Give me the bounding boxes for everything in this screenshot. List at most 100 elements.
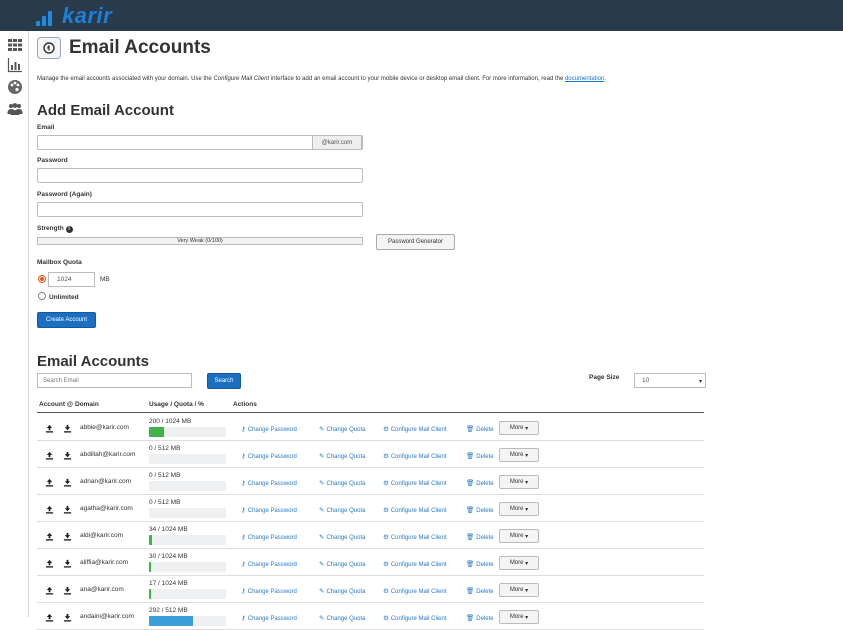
more-button[interactable]: More ▾ <box>499 448 539 462</box>
more-button[interactable]: More ▾ <box>499 556 539 570</box>
configure-mail-client-link[interactable]: ⚙ Configure Mail Client <box>383 479 447 487</box>
delete-link[interactable]: 🗑 Delete <box>466 560 494 568</box>
change-quota-link[interactable]: ✎ Change Quota <box>319 533 365 541</box>
change-quota-link[interactable]: ✎ Change Quota <box>319 614 365 622</box>
usage-bar-fill <box>149 616 193 626</box>
change-quota-link[interactable]: ✎ Change Quota <box>319 560 365 568</box>
info-icon[interactable]: i <box>65 226 73 233</box>
delete-link[interactable]: 🗑 Delete <box>466 479 494 487</box>
change-quota-link[interactable]: ✎ Change Quota <box>319 479 365 487</box>
documentation-link[interactable]: documentation <box>565 76 604 82</box>
usage-bar <box>149 454 226 464</box>
configure-mail-client-link[interactable]: ⚙ Configure Mail Client <box>383 452 447 460</box>
brand-logo[interactable]: karir <box>36 2 112 29</box>
create-account-button[interactable]: Create Account <box>37 312 96 328</box>
gear-icon: ⚙ <box>383 480 389 487</box>
download-icon[interactable] <box>63 478 72 487</box>
search-email-input[interactable]: Search Email <box>37 373 192 388</box>
change-password-link[interactable]: ⚷ Change Password <box>241 614 297 622</box>
delete-link[interactable]: 🗑 Delete <box>466 452 494 460</box>
change-password-link[interactable]: ⚷ Change Password <box>241 533 297 541</box>
change-quota-link[interactable]: ✎ Change Quota <box>319 452 365 460</box>
gear-icon: ⚙ <box>383 426 389 433</box>
download-icon[interactable] <box>63 505 72 514</box>
configure-mail-client-link[interactable]: ⚙ Configure Mail Client <box>383 533 447 541</box>
quota-input[interactable]: 1024 <box>48 272 95 287</box>
change-quota-link[interactable]: ✎ Change Quota <box>319 506 365 514</box>
table-row: aliffia@karir.com 30 / 1024 MB ⚷ Change P… <box>37 549 704 576</box>
upload-icon[interactable] <box>45 559 54 568</box>
password-input[interactable] <box>37 168 363 183</box>
delete-link[interactable]: 🗑 Delete <box>466 587 494 595</box>
grid-icon[interactable] <box>7 37 23 53</box>
change-password-link[interactable]: ⚷ Change Password <box>241 587 297 595</box>
change-password-link[interactable]: ⚷ Change Password <box>241 452 297 460</box>
password-again-input[interactable] <box>37 202 363 217</box>
delete-link[interactable]: 🗑 Delete <box>466 425 494 433</box>
email-input[interactable]: @karir.com <box>37 135 363 150</box>
delete-link[interactable]: 🗑 Delete <box>466 506 494 514</box>
chevron-down-icon: ▾ <box>698 379 702 385</box>
change-password-link[interactable]: ⚷ Change Password <box>241 479 297 487</box>
more-button[interactable]: More ▾ <box>499 610 539 624</box>
upload-icon[interactable] <box>45 586 54 595</box>
palette-icon[interactable] <box>7 79 23 95</box>
upload-icon[interactable] <box>45 424 54 433</box>
col-usage[interactable]: Usage / Quota / % <box>149 401 204 408</box>
change-password-link[interactable]: ⚷ Change Password <box>241 560 297 568</box>
chevron-down-icon: ▾ <box>525 614 529 621</box>
account-address: agatha@karir.com <box>80 505 133 512</box>
configure-mail-client-link[interactable]: ⚙ Configure Mail Client <box>383 425 447 433</box>
upload-icon[interactable] <box>45 451 54 460</box>
delete-link[interactable]: 🗑 Delete <box>466 614 494 622</box>
download-icon[interactable] <box>63 613 72 622</box>
sidebar <box>0 31 29 617</box>
delete-link[interactable]: 🗑 Delete <box>466 533 494 541</box>
configure-mail-client-link[interactable]: ⚙ Configure Mail Client <box>383 506 447 514</box>
more-button[interactable]: More ▾ <box>499 502 539 516</box>
download-icon[interactable] <box>63 451 72 460</box>
email-accounts-icon <box>37 37 61 59</box>
key-icon: ⚷ <box>241 453 246 460</box>
pencil-icon: ✎ <box>319 453 325 460</box>
quota-limited-radio[interactable] <box>38 275 46 283</box>
page-size-select[interactable]: 10 ▾ <box>634 373 706 388</box>
more-button[interactable]: More ▾ <box>499 421 539 435</box>
download-icon[interactable] <box>63 559 72 568</box>
usage-text: 0 / 512 MB <box>149 472 181 479</box>
add-email-account-heading: Add Email Account <box>37 102 174 119</box>
download-icon[interactable] <box>63 532 72 541</box>
upload-icon[interactable] <box>45 532 54 541</box>
download-icon[interactable] <box>63 586 72 595</box>
more-button[interactable]: More ▾ <box>499 583 539 597</box>
configure-mail-client-link[interactable]: ⚙ Configure Mail Client <box>383 560 447 568</box>
change-password-link[interactable]: ⚷ Change Password <box>241 506 297 514</box>
page-title: Email Accounts <box>69 37 211 58</box>
search-button[interactable]: Search <box>207 373 241 389</box>
download-icon[interactable] <box>63 424 72 433</box>
table-row: abdillah@karir.com 0 / 512 MB ⚷ Change Pa… <box>37 441 704 468</box>
configure-mail-client-link[interactable]: ⚙ Configure Mail Client <box>383 614 447 622</box>
quota-unlimited-radio[interactable] <box>38 292 46 300</box>
configure-mail-client-link[interactable]: ⚙ Configure Mail Client <box>383 587 447 595</box>
key-icon: ⚷ <box>241 480 246 487</box>
password-generator-button[interactable]: Password Generator <box>376 234 455 250</box>
upload-icon[interactable] <box>45 478 54 487</box>
quota-unit: MB <box>100 276 110 283</box>
upload-icon[interactable] <box>45 613 54 622</box>
more-button[interactable]: More ▾ <box>499 475 539 489</box>
trash-icon: 🗑 <box>466 426 475 433</box>
configure-mail-client-mention: Configure Mail Client <box>213 76 270 82</box>
upload-icon[interactable] <box>45 505 54 514</box>
chevron-down-icon: ▾ <box>525 587 529 594</box>
col-account[interactable]: Account @ Domain <box>39 401 99 408</box>
usage-bar <box>149 508 226 518</box>
more-button[interactable]: More ▾ <box>499 529 539 543</box>
bar-chart-icon[interactable] <box>7 57 23 73</box>
users-icon[interactable] <box>7 101 23 117</box>
change-quota-link[interactable]: ✎ Change Quota <box>319 587 365 595</box>
account-address: aliffia@karir.com <box>80 559 129 566</box>
page-size-label: Page Size <box>589 374 620 381</box>
change-password-link[interactable]: ⚷ Change Password <box>241 425 297 433</box>
change-quota-link[interactable]: ✎ Change Quota <box>319 425 365 433</box>
